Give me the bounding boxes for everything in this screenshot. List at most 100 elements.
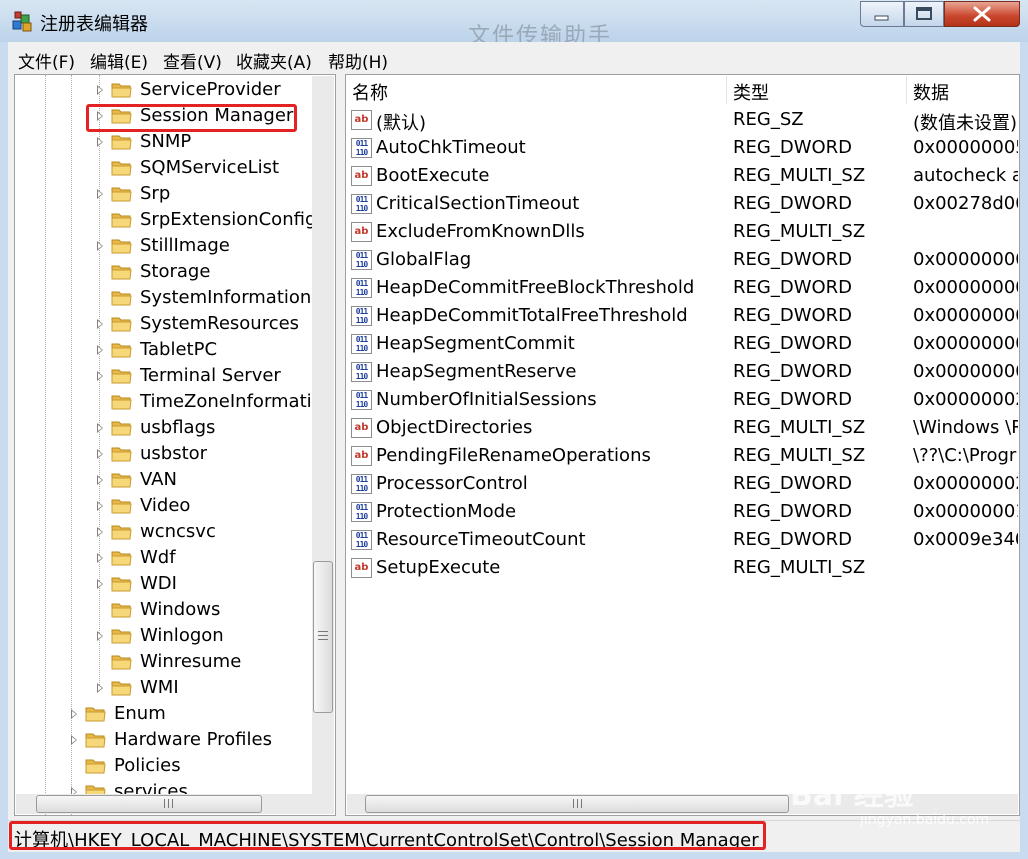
tree-item-label: Enum	[114, 703, 166, 724]
expand-arrow-icon[interactable]	[97, 371, 103, 381]
folder-icon	[111, 418, 132, 437]
registry-editor-icon	[12, 11, 32, 32]
tree-item[interactable]: SQMServiceList	[15, 155, 315, 181]
tree-item[interactable]: Policies	[15, 753, 315, 779]
value-name: BootExecute	[376, 165, 490, 186]
tree-item[interactable]: Terminal Server	[15, 363, 315, 389]
highlight-box-session-manager	[86, 104, 297, 132]
list-horizontal-scrollbar[interactable]	[347, 794, 1018, 814]
list-row[interactable]: 011 110 HeapDeCommitTotalFreeThreshold REG…	[347, 302, 1018, 330]
tree-item[interactable]: Wdf	[15, 545, 315, 571]
tree-item[interactable]: WDI	[15, 571, 315, 597]
list-row[interactable]: ab PendingFileRenameOperations REG_MULTI_S…	[347, 442, 1018, 470]
tree-vertical-scrollbar[interactable]	[312, 76, 334, 794]
expand-arrow-icon[interactable]	[97, 683, 103, 693]
string-value-icon: ab	[351, 446, 372, 466]
value-data: autocheck a	[913, 165, 1018, 186]
value-data: 0x00000000	[913, 305, 1018, 326]
list-row[interactable]: 011 110 NumberOfInitialSessions REG_DWORD 0…	[347, 386, 1018, 414]
tree-horizontal-scrollbar[interactable]	[16, 794, 334, 814]
tree-item[interactable]: Srp	[15, 181, 315, 207]
value-data: 0x00278d00	[913, 193, 1018, 214]
tree-item[interactable]: Windows	[15, 597, 315, 623]
expand-arrow-icon[interactable]	[97, 345, 103, 355]
menu-view[interactable]: 查看(V)	[163, 48, 222, 73]
menu-file[interactable]: 文件(F)	[18, 48, 75, 73]
tree-scroll-thumb[interactable]	[313, 561, 333, 713]
close-button[interactable]	[944, 1, 1020, 27]
expand-arrow-icon[interactable]	[97, 475, 103, 485]
expand-arrow-icon[interactable]	[97, 241, 103, 251]
value-type: REG_MULTI_SZ	[733, 557, 866, 578]
tree-item[interactable]: SystemInformation	[15, 285, 315, 311]
tree-item[interactable]: StillImage	[15, 233, 315, 259]
expand-arrow-icon[interactable]	[71, 709, 77, 719]
list-row[interactable]: ab SetupExecute REG_MULTI_SZ	[347, 554, 1018, 582]
tree-item[interactable]: wcncsvc	[15, 519, 315, 545]
menu-edit[interactable]: 编辑(E)	[90, 48, 148, 73]
tree-item[interactable]: Storage	[15, 259, 315, 285]
expand-arrow-icon[interactable]	[97, 423, 103, 433]
folder-icon	[111, 522, 132, 541]
expand-arrow-icon[interactable]	[71, 735, 77, 745]
list-row[interactable]: ab ObjectDirectories REG_MULTI_SZ \Windows …	[347, 414, 1018, 442]
tree-item[interactable]: TabletPC	[15, 337, 315, 363]
column-header-data[interactable]: 数据	[907, 76, 1018, 104]
menu-help[interactable]: 帮助(H)	[328, 48, 388, 73]
expand-arrow-icon[interactable]	[97, 85, 103, 95]
tree-item[interactable]: WMI	[15, 675, 315, 701]
expand-arrow-icon[interactable]	[97, 137, 103, 147]
list-row[interactable]: ab (默认) REG_SZ (数值未设置)	[347, 106, 1018, 134]
tree-item[interactable]: usbflags	[15, 415, 315, 441]
list-row[interactable]: 011 110 CriticalSectionTimeout REG_DWORD 0x…	[347, 190, 1018, 218]
expand-arrow-icon[interactable]	[97, 631, 103, 641]
minimize-button[interactable]	[860, 1, 904, 27]
list-row[interactable]: ab BootExecute REG_MULTI_SZ autocheck a	[347, 162, 1018, 190]
folder-icon	[111, 80, 132, 99]
column-header-type[interactable]: 类型	[727, 76, 907, 104]
tree-item[interactable]: TimeZoneInformation	[15, 389, 334, 415]
folder-icon	[111, 548, 132, 567]
tree-item[interactable]: Enum	[15, 701, 315, 727]
expand-arrow-icon[interactable]	[97, 579, 103, 589]
expand-arrow-icon[interactable]	[97, 319, 103, 329]
string-value-icon: ab	[351, 222, 372, 242]
list-row[interactable]: 011 110 HeapSegmentCommit REG_DWORD 0x00000…	[347, 330, 1018, 358]
tree-item[interactable]: SrpExtensionConfig	[15, 207, 316, 233]
list-row[interactable]: 011 110 ProcessorControl REG_DWORD 0x000000…	[347, 470, 1018, 498]
expand-arrow-icon[interactable]	[97, 553, 103, 563]
tree-item-label: StillImage	[140, 235, 230, 256]
value-name: HeapSegmentCommit	[376, 333, 575, 354]
list-row[interactable]: 011 110 ProtectionMode REG_DWORD 0x00000001	[347, 498, 1018, 526]
list-row[interactable]: 011 110 HeapDeCommitFreeBlockThreshold REG…	[347, 274, 1018, 302]
list-row[interactable]: ab ExcludeFromKnownDlls REG_MULTI_SZ	[347, 218, 1018, 246]
folder-icon	[111, 626, 132, 645]
tree-item-label: Hardware Profiles	[114, 729, 272, 750]
tree-item[interactable]: Video	[15, 493, 315, 519]
tree-hscroll-thumb[interactable]	[36, 795, 262, 813]
list-row[interactable]: 011 110 HeapSegmentReserve REG_DWORD 0x0000…	[347, 358, 1018, 386]
tree-item[interactable]: VAN	[15, 467, 315, 493]
hthumb-grip-line	[573, 799, 574, 808]
tree-item[interactable]: Hardware Profiles	[15, 727, 315, 753]
tree-item[interactable]: usbstor	[15, 441, 315, 467]
list-row[interactable]: 011 110 GlobalFlag REG_DWORD 0x00000000	[347, 246, 1018, 274]
tree-item-label: usbflags	[140, 417, 216, 438]
expand-arrow-icon[interactable]	[97, 449, 103, 459]
folder-icon	[85, 756, 106, 775]
list-row[interactable]: 011 110 AutoChkTimeout REG_DWORD 0x00000005	[347, 134, 1018, 162]
expand-arrow-icon[interactable]	[97, 501, 103, 511]
registry-tree[interactable]: ServiceProvider Session Manager SNMP SQMSer…	[14, 74, 336, 816]
tree-item[interactable]: SNMP	[15, 129, 315, 155]
tree-item[interactable]: Winresume	[15, 649, 315, 675]
list-row[interactable]: 011 110 ResourceTimeoutCount REG_DWORD 0x00…	[347, 526, 1018, 554]
expand-arrow-icon[interactable]	[97, 189, 103, 199]
maximize-button[interactable]	[904, 1, 944, 27]
tree-item[interactable]: SystemResources	[15, 311, 315, 337]
value-type: REG_DWORD	[733, 389, 853, 410]
column-header-name[interactable]: 名称	[347, 76, 727, 104]
tree-item[interactable]: Winlogon	[15, 623, 315, 649]
tree-item[interactable]: ServiceProvider	[15, 77, 315, 103]
menu-favorites[interactable]: 收藏夹(A)	[236, 48, 312, 73]
expand-arrow-icon[interactable]	[97, 527, 103, 537]
